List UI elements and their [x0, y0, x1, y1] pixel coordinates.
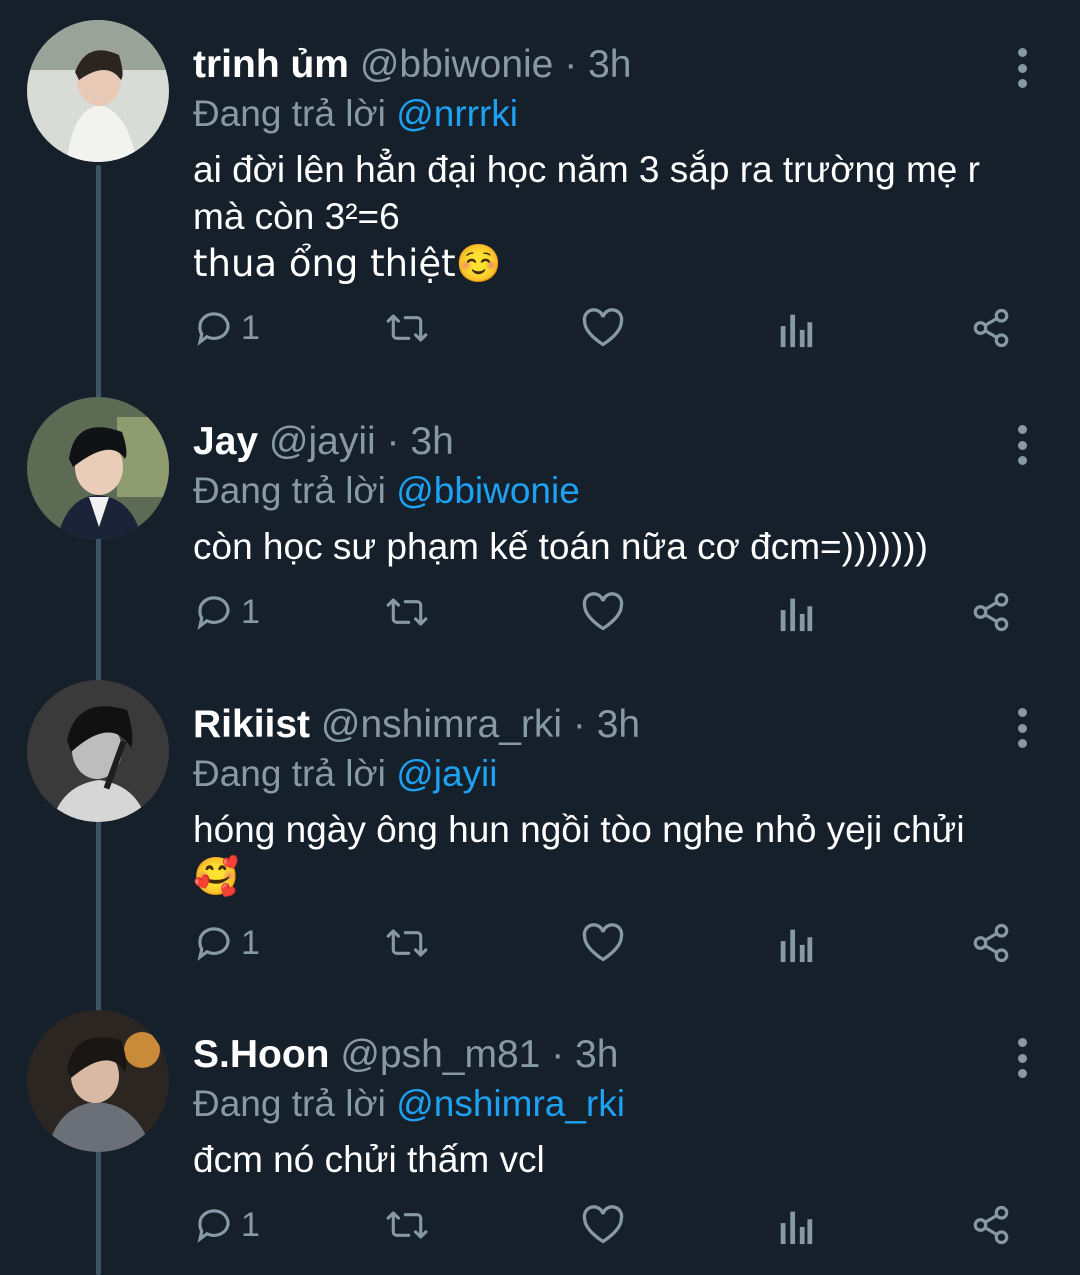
like-button[interactable] — [581, 587, 625, 637]
share-icon — [973, 923, 1009, 963]
reply-icon — [197, 312, 230, 346]
more-options-icon[interactable] — [1010, 425, 1034, 465]
replying-label: Đang trả lời — [193, 753, 386, 794]
tweet-text: ai đời lên hẳn đại học năm 3 sắp ra trườ… — [193, 146, 1053, 287]
retweet-button[interactable] — [383, 303, 431, 353]
reply-icon — [197, 596, 230, 630]
reply-to-handle[interactable]: @nrrrki — [396, 93, 518, 134]
avatar[interactable] — [27, 1010, 169, 1152]
analytics-icon — [780, 314, 813, 348]
display-name[interactable]: Jay — [193, 420, 258, 463]
action-bar: 1 — [193, 303, 1023, 353]
reply-to-handle[interactable]: @bbiwonie — [396, 470, 580, 511]
action-bar: 1 — [193, 587, 1023, 637]
tweet-text-line: thua ổng thiệt☺️ — [193, 242, 502, 285]
separator: · — [564, 43, 578, 86]
tweet-text: đcm nó chửi thấm vcl — [193, 1136, 1053, 1183]
reply-button[interactable]: 1 — [193, 1200, 260, 1250]
retweet-button[interactable] — [383, 918, 431, 968]
reply-button[interactable]: 1 — [193, 918, 260, 968]
analytics-button[interactable] — [778, 1200, 814, 1250]
retweet-icon — [386, 314, 428, 342]
reply-icon — [197, 1209, 230, 1243]
share-icon — [973, 1205, 1009, 1245]
avatar[interactable] — [27, 680, 169, 822]
tweet-text: hóng ngày ông hun ngồi tòo nghe nhỏ yeji… — [193, 806, 1053, 900]
display-name[interactable]: trinh ủm — [193, 43, 349, 86]
like-icon — [582, 308, 624, 347]
avatar[interactable] — [27, 20, 169, 162]
replying-to: Đang trả lời @bbiwonie — [193, 467, 1053, 515]
user-handle[interactable]: @jayii — [269, 420, 376, 463]
tweet-text-line: ai đời lên hẳn đại học năm 3 sắp ra trườ… — [193, 149, 980, 190]
tweet-text-line: hóng ngày ông hun ngồi tòo nghe nhỏ yeji… — [193, 809, 965, 850]
reply-button[interactable]: 1 — [193, 303, 260, 353]
reply-count: 1 — [241, 923, 260, 962]
analytics-icon — [780, 1211, 813, 1245]
share-button[interactable] — [970, 587, 1012, 637]
analytics-icon — [780, 929, 813, 963]
replying-label: Đang trả lời — [193, 470, 386, 511]
share-icon — [973, 308, 1009, 348]
analytics-button[interactable] — [778, 587, 814, 637]
reply-count: 1 — [241, 592, 260, 631]
user-handle[interactable]: @nshimra_rki — [321, 703, 562, 746]
reply-to-handle[interactable]: @nshimra_rki — [396, 1083, 625, 1124]
tweet-text-line: còn học sư phạm kế toán nữa cơ đcm=)))))… — [193, 526, 928, 567]
like-button[interactable] — [581, 1200, 625, 1250]
display-name[interactable]: S.Hoon — [193, 1033, 329, 1076]
timestamp[interactable]: 3h — [597, 703, 640, 746]
more-options-icon[interactable] — [1010, 708, 1034, 748]
more-options-icon[interactable] — [1010, 48, 1034, 88]
replying-to: Đang trả lời @nshimra_rki — [193, 1080, 1053, 1128]
share-button[interactable] — [970, 303, 1012, 353]
reply-count: 1 — [241, 1205, 260, 1244]
like-icon — [582, 923, 624, 962]
reply-to-handle[interactable]: @jayii — [396, 753, 497, 794]
share-button[interactable] — [970, 918, 1012, 968]
action-bar: 1 — [193, 918, 1023, 968]
avatar[interactable] — [27, 397, 169, 539]
share-icon — [973, 592, 1009, 632]
tweet-text-line: 🥰 — [193, 855, 240, 898]
replying-to: Đang trả lời @jayii — [193, 750, 1053, 798]
analytics-button[interactable] — [778, 303, 814, 353]
timestamp[interactable]: 3h — [575, 1033, 618, 1076]
reply-count: 1 — [241, 308, 260, 347]
reply-button[interactable]: 1 — [193, 587, 260, 637]
separator: · — [572, 703, 586, 746]
separator: · — [386, 420, 400, 463]
analytics-button[interactable] — [778, 918, 814, 968]
tweet-text-line: mà còn 3²=6 — [193, 196, 400, 237]
replying-to: Đang trả lời @nrrrki — [193, 90, 1053, 138]
user-handle[interactable]: @psh_m81 — [340, 1033, 540, 1076]
retweet-icon — [386, 1211, 428, 1239]
retweet-button[interactable] — [383, 587, 431, 637]
like-icon — [582, 592, 624, 631]
user-handle[interactable]: @bbiwonie — [360, 43, 554, 86]
reply-icon — [197, 927, 230, 961]
analytics-icon — [780, 598, 813, 632]
timestamp[interactable]: 3h — [588, 43, 631, 86]
more-options-icon[interactable] — [1010, 1038, 1034, 1078]
action-bar: 1 — [193, 1200, 1023, 1250]
like-button[interactable] — [581, 303, 625, 353]
tweet-text: còn học sư phạm kế toán nữa cơ đcm=)))))… — [193, 523, 1053, 570]
like-button[interactable] — [581, 918, 625, 968]
retweet-icon — [386, 598, 428, 626]
replying-label: Đang trả lời — [193, 93, 386, 134]
display-name[interactable]: Rikiist — [193, 703, 310, 746]
timestamp[interactable]: 3h — [410, 420, 453, 463]
like-icon — [582, 1205, 624, 1244]
tweet-text-line: đcm nó chửi thấm vcl — [193, 1139, 545, 1180]
retweet-icon — [386, 929, 428, 957]
replying-label: Đang trả lời — [193, 1083, 386, 1124]
retweet-button[interactable] — [383, 1200, 431, 1250]
share-button[interactable] — [970, 1200, 1012, 1250]
separator: · — [551, 1033, 565, 1076]
